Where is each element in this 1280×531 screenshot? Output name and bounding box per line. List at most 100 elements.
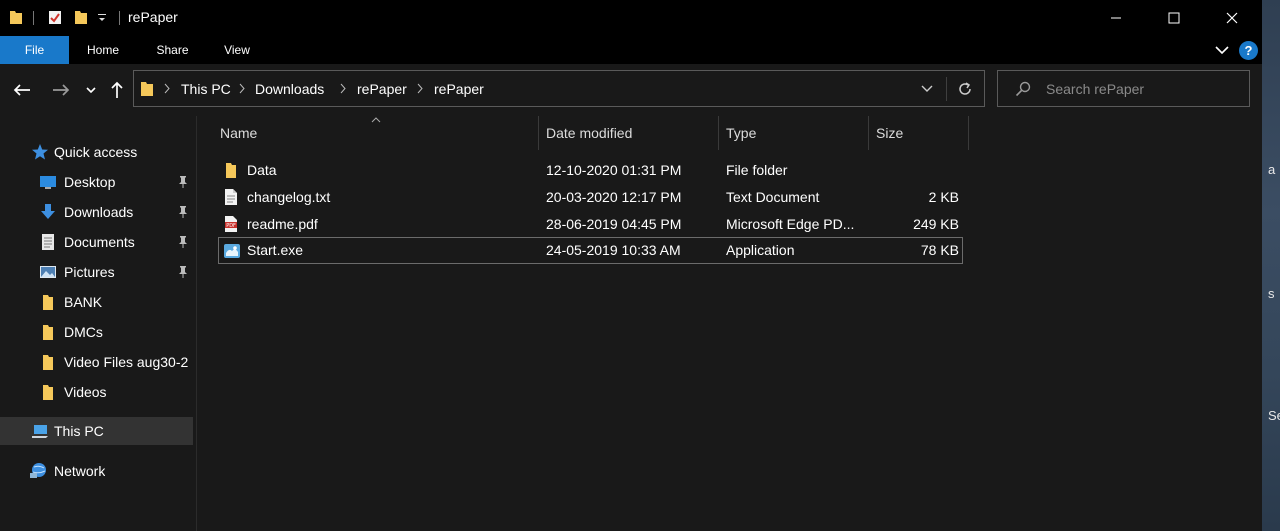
toolbar-separator: [119, 11, 120, 25]
sidebar-item-this-pc[interactable]: This PC: [0, 417, 193, 445]
back-button[interactable]: [10, 78, 34, 102]
forward-button[interactable]: [49, 78, 73, 102]
breadcrumb-repaper-current[interactable]: rePaper: [434, 81, 484, 97]
ribbon-tabs: File Home Share View ?: [0, 36, 1262, 64]
search-input[interactable]: [1046, 79, 1242, 99]
maximize-icon: [1168, 12, 1180, 24]
breadcrumb-separator-icon[interactable]: [417, 83, 424, 94]
sidebar-item-videos[interactable]: Videos: [0, 378, 193, 406]
folder-icon: [141, 82, 153, 96]
search-box[interactable]: [997, 70, 1250, 107]
table-row[interactable]: Data 12-10-2020 01:31 PM File folder: [218, 157, 963, 184]
sidebar-item-dmcs[interactable]: DMCs: [0, 318, 193, 346]
search-icon: [1015, 81, 1031, 97]
file-type: File folder: [726, 162, 788, 178]
file-name: Data: [247, 162, 277, 178]
breadcrumb-separator-icon[interactable]: [239, 83, 246, 94]
sidebar-item-downloads[interactable]: Downloads: [0, 198, 193, 226]
table-row[interactable]: Start.exe 24-05-2019 10:33 AM Applicatio…: [218, 237, 963, 264]
file-type: Application: [726, 242, 795, 258]
sidebar-item-video-files[interactable]: Video Files aug30-2: [0, 348, 193, 376]
tab-view[interactable]: View: [212, 36, 262, 64]
window-title: rePaper: [128, 9, 178, 25]
close-button[interactable]: [1203, 0, 1261, 36]
desktop-text-fragment: Se: [1268, 408, 1280, 423]
new-folder-icon[interactable]: [74, 9, 88, 25]
sidebar-item-network[interactable]: Network: [0, 457, 193, 485]
column-divider[interactable]: [868, 116, 869, 150]
desktop-text-fragment: a: [1268, 162, 1276, 177]
pin-icon[interactable]: [177, 175, 189, 189]
breadcrumb-this-pc[interactable]: This PC: [181, 81, 231, 97]
sidebar-item-label: Network: [54, 463, 106, 479]
customize-toolbar-chevron-icon[interactable]: [97, 12, 107, 24]
download-arrow-icon: [41, 204, 55, 219]
sidebar-item-label: DMCs: [64, 324, 103, 340]
address-divider: [946, 77, 947, 101]
text-file-icon: [225, 189, 237, 205]
file-size: 78 KB: [920, 242, 959, 258]
refresh-icon[interactable]: [957, 81, 973, 97]
file-date: 28-06-2019 04:45 PM: [546, 216, 682, 232]
pin-icon[interactable]: [177, 235, 189, 249]
desktop-icon: [40, 176, 56, 189]
column-divider[interactable]: [718, 116, 719, 150]
close-icon: [1226, 12, 1238, 24]
sidebar-item-desktop[interactable]: Desktop: [0, 168, 193, 196]
pdf-file-icon: PDF: [225, 216, 237, 232]
folder-icon: [43, 355, 53, 370]
file-name: readme.pdf: [247, 216, 318, 232]
file-date: 12-10-2020 01:31 PM: [546, 162, 682, 178]
recent-locations-button[interactable]: [84, 78, 98, 102]
tab-home[interactable]: Home: [74, 36, 132, 64]
column-divider[interactable]: [968, 116, 969, 150]
breadcrumb-separator-icon[interactable]: [340, 83, 347, 94]
up-arrow-icon: [111, 81, 123, 98]
network-icon: [30, 463, 46, 478]
tab-share[interactable]: Share: [145, 36, 200, 64]
up-button[interactable]: [106, 78, 128, 102]
column-header-date-modified[interactable]: Date modified: [546, 116, 718, 150]
column-divider[interactable]: [538, 116, 539, 150]
chevron-down-icon: [86, 87, 96, 94]
application-icon: [224, 244, 240, 258]
sidebar-item-pictures[interactable]: Pictures: [0, 258, 193, 286]
folder-icon: [43, 295, 53, 310]
help-button[interactable]: ?: [1239, 41, 1258, 60]
table-row[interactable]: PDF readme.pdf 28-06-2019 04:45 PM Micro…: [218, 211, 963, 238]
navigation-pane: Quick access Desktop Downloads Documents…: [0, 116, 197, 531]
sidebar-item-documents[interactable]: Documents: [0, 228, 193, 256]
maximize-button[interactable]: [1145, 0, 1203, 36]
toolbar-separator: [33, 11, 34, 25]
column-header-size[interactable]: Size: [876, 116, 968, 150]
back-arrow-icon: [13, 84, 30, 96]
minimize-icon: [1111, 17, 1121, 19]
sidebar-item-label: Videos: [64, 384, 107, 400]
sidebar-item-label: Video Files aug30-2: [64, 354, 189, 370]
navigation-bar: This PC Downloads rePaper rePaper: [0, 64, 1262, 116]
folder-icon[interactable]: [9, 9, 23, 25]
expand-ribbon-chevron-icon[interactable]: [1215, 45, 1229, 55]
sidebar-item-bank[interactable]: BANK: [0, 288, 193, 316]
pin-icon[interactable]: [177, 205, 189, 219]
pictures-icon: [40, 266, 56, 278]
svg-text:PDF: PDF: [226, 223, 236, 229]
forward-arrow-icon: [53, 84, 70, 96]
address-history-chevron-icon[interactable]: [921, 85, 933, 93]
column-header-type[interactable]: Type: [726, 116, 868, 150]
table-row[interactable]: changelog.txt 20-03-2020 12:17 PM Text D…: [218, 184, 963, 211]
file-list-view: Name Date modified Type Size Data 12-10-…: [198, 116, 1262, 531]
title-bar: rePaper: [0, 0, 1262, 36]
sidebar-item-quick-access[interactable]: Quick access: [0, 138, 193, 166]
address-bar[interactable]: This PC Downloads rePaper rePaper: [133, 70, 985, 107]
star-icon: [32, 144, 48, 160]
properties-icon[interactable]: [48, 9, 62, 25]
pin-icon[interactable]: [177, 265, 189, 279]
column-header-name[interactable]: Name: [220, 116, 538, 150]
minimize-button[interactable]: [1087, 0, 1145, 36]
breadcrumb-downloads[interactable]: Downloads: [255, 81, 324, 97]
file-size: 2 KB: [928, 189, 959, 205]
file-type: Microsoft Edge PD...: [726, 216, 855, 232]
breadcrumb-repaper[interactable]: rePaper: [357, 81, 407, 97]
tab-file[interactable]: File: [0, 36, 69, 64]
